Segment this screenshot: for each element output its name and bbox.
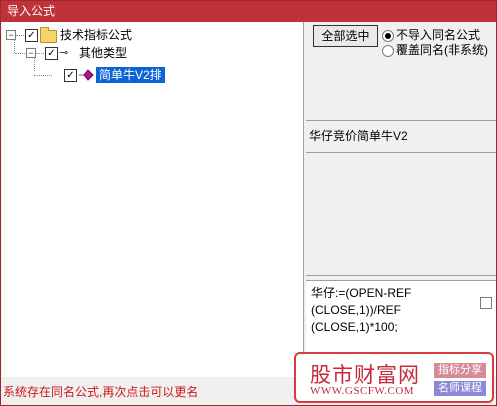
import-formula-dialog: 导入公式 − ✓ 技术指标公式 − ✓ ⊸ 其他类型 ✓ 简单牛V2排 全部选中… (0, 0, 497, 406)
item-checkbox-icon[interactable]: ✓ (64, 69, 77, 82)
collapse-group-icon[interactable]: − (26, 48, 36, 58)
tree-connector (36, 53, 44, 54)
tree-node-root[interactable]: − ✓ 技术指标公式 (6, 26, 286, 44)
options-panel: 全部选中 不导入同名公式 覆盖同名(非系统) 华仔竞价简单牛V2 华仔:=(OP… (306, 22, 496, 377)
folder-icon (40, 27, 57, 43)
tree-connector (34, 75, 52, 76)
collapse-root-icon[interactable]: − (6, 30, 16, 40)
root-checkbox-icon[interactable]: ✓ (25, 29, 38, 42)
watermark-url: WWW.GSCFW.COM (310, 385, 415, 397)
skip-duplicate-label[interactable]: 不导入同名公式 (396, 28, 480, 42)
group-checkbox-icon[interactable]: ✓ (45, 47, 58, 60)
tree-node-item[interactable]: ✓ 简单牛V2排 (34, 66, 286, 84)
overwrite-duplicate-radio[interactable] (382, 45, 394, 57)
formula-tree[interactable]: − ✓ 技术指标公式 − ✓ ⊸ 其他类型 ✓ 简单牛V2排 (2, 22, 304, 377)
dialog-title: 导入公式 (1, 1, 496, 22)
code-line: (CLOSE,1)*100; (311, 320, 398, 334)
site-watermark: 股市财富网 WWW.GSCFW.COM 指标分享 名师课程 (294, 352, 494, 403)
skip-duplicate-radio[interactable] (382, 30, 394, 42)
watermark-tag-course: 名师课程 (434, 381, 486, 396)
formula-icon (79, 69, 94, 81)
tree-node-group-label: 其他类型 (79, 46, 128, 60)
formula-name: 华仔竞价简单牛V2 (309, 129, 408, 143)
overwrite-duplicate-label[interactable]: 覆盖同名(非系统) (396, 43, 488, 57)
formula-description-box (306, 152, 496, 276)
code-line: (CLOSE,1))/REF (311, 303, 402, 317)
code-line: 华仔:=(OPEN-REF (311, 286, 412, 300)
tree-connector (16, 35, 24, 36)
formula-code: 华仔:=(OPEN-REF (CLOSE,1))/REF (CLOSE,1)*1… (311, 285, 476, 336)
tree-node-root-label: 技术指标公式 (60, 28, 133, 42)
code-checkbox[interactable] (480, 297, 492, 309)
key-icon: ⊸ (59, 47, 69, 59)
divider (306, 120, 496, 121)
tree-connector (15, 53, 25, 54)
watermark-tag-share: 指标分享 (434, 363, 486, 378)
select-all-button[interactable]: 全部选中 (313, 25, 378, 47)
tree-node-group[interactable]: − ✓ ⊸ 其他类型 (15, 44, 286, 62)
tree-node-item-label[interactable]: 简单牛V2排 (96, 67, 165, 83)
status-message: 系统存在同名公式,再次点击可以更名 (3, 385, 199, 399)
